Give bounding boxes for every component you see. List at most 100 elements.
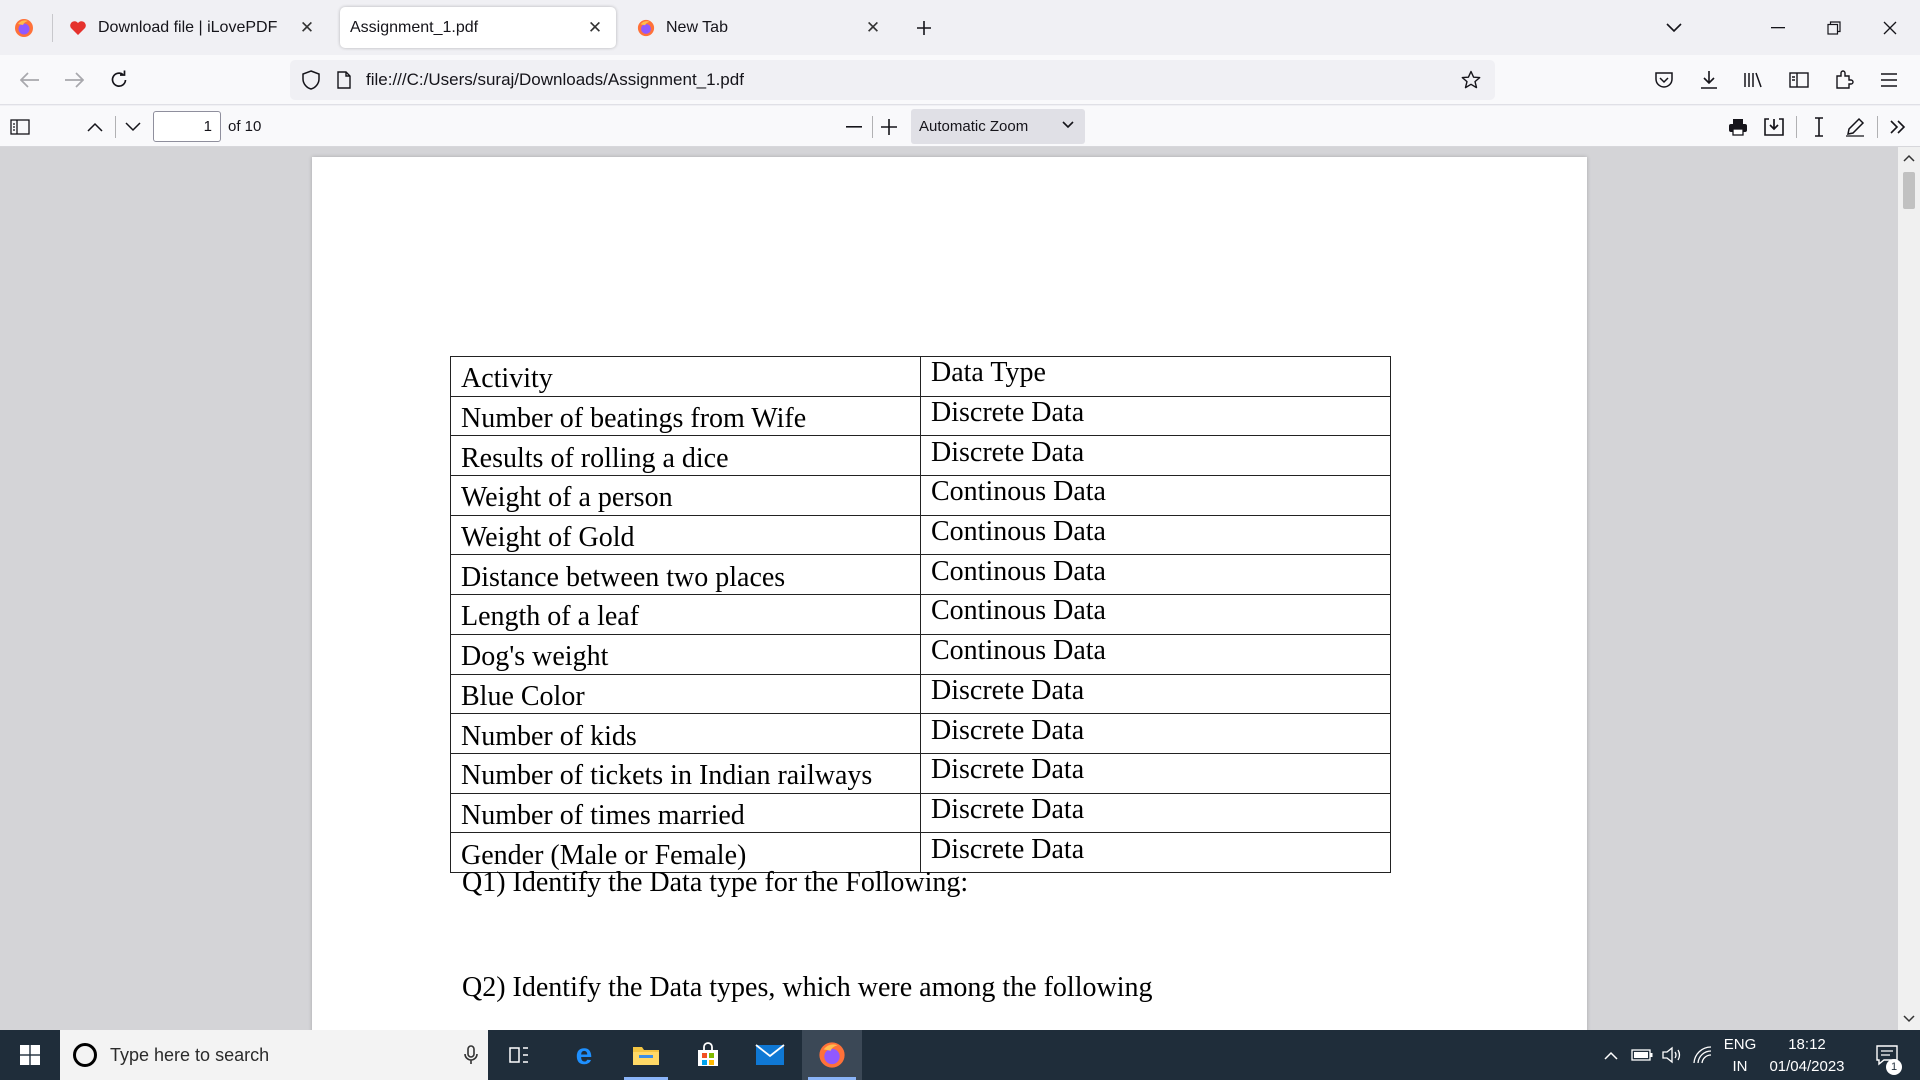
downloads-icon[interactable] — [1691, 62, 1727, 98]
forward-arrow-icon[interactable] — [56, 62, 92, 98]
data-type-cell: Continous Data — [920, 594, 1391, 635]
table-row: Number of beatings from Wife Discrete Dat… — [450, 395, 1391, 437]
windows-start-icon[interactable] — [0, 1030, 60, 1080]
save-download-icon[interactable] — [1758, 111, 1790, 143]
show-hidden-icons-chevron-icon[interactable] — [1598, 1030, 1624, 1080]
windows-taskbar: Type here to search e ENG IN 18:12 01/04… — [0, 1030, 1920, 1080]
table-row: Number of tickets in Indian railways Disc… — [450, 752, 1391, 794]
zoom-in-icon[interactable] — [873, 111, 905, 143]
tab-assignment-pdf[interactable]: Assignment_1.pdf ✕ — [340, 7, 616, 48]
next-page-chevron-icon[interactable] — [117, 111, 149, 143]
page-info-icon[interactable] — [332, 65, 356, 95]
data-type-cell: Discrete Data — [920, 673, 1391, 715]
extensions-puzzle-icon[interactable] — [1826, 62, 1862, 98]
vertical-scrollbar[interactable] — [1898, 147, 1920, 1030]
scrollbar-thumb[interactable] — [1903, 172, 1915, 209]
question-1-text: Q1) Identify the Data type for the Follo… — [462, 867, 969, 898]
chevron-down-icon — [1061, 117, 1075, 135]
print-icon[interactable] — [1722, 111, 1754, 143]
back-arrow-icon[interactable] — [12, 62, 48, 98]
data-type-cell: Continous Data — [920, 514, 1391, 556]
close-tab-icon[interactable]: ✕ — [858, 13, 888, 43]
pdf-page: Activity Data Type Number of beatings from… — [312, 157, 1587, 1030]
language-indicator-bottom[interactable]: IN — [1720, 1058, 1760, 1075]
clock-time[interactable]: 18:12 — [1762, 1036, 1852, 1053]
activity-cell: Number of times married — [450, 792, 921, 834]
tracking-shield-icon[interactable] — [296, 65, 326, 95]
firefox-taskbar-icon[interactable] — [802, 1030, 862, 1080]
data-type-cell: Continous Data — [920, 554, 1391, 596]
page-count-label: of 10 — [228, 118, 262, 135]
microphone-icon[interactable] — [464, 1045, 478, 1070]
mail-icon[interactable] — [742, 1030, 798, 1080]
library-icon[interactable] — [1736, 62, 1772, 98]
tab-new-tab[interactable]: New Tab ✕ — [624, 7, 894, 48]
page-number-input[interactable] — [153, 111, 221, 142]
task-view-icon[interactable] — [494, 1030, 546, 1080]
data-type-cell: Discrete Data — [920, 435, 1391, 477]
activity-cell: Number of tickets in Indian railways — [450, 752, 921, 794]
table-row: Weight of a person Continous Data — [450, 475, 1391, 516]
tab-title: New Tab — [666, 18, 728, 36]
notification-center-icon[interactable]: 1 — [1862, 1030, 1912, 1080]
activity-cell: Dog's weight — [450, 633, 921, 675]
close-window-icon[interactable] — [1872, 10, 1908, 46]
wifi-icon[interactable] — [1688, 1030, 1716, 1080]
url-bar[interactable]: file:///C:/Users/suraj/Downloads/Assignm… — [290, 60, 1495, 100]
clock-date[interactable]: 01/04/2023 — [1762, 1058, 1852, 1075]
table-row: Length of a leaf Continous Data — [450, 594, 1391, 635]
data-type-cell: Discrete Data — [920, 395, 1391, 437]
file-explorer-icon[interactable] — [618, 1030, 674, 1080]
zoom-select[interactable]: Automatic Zoom — [911, 109, 1085, 144]
activity-cell: Number of kids — [450, 713, 921, 754]
list-all-tabs-chevron-icon[interactable] — [1656, 10, 1692, 46]
activity-cell: Number of beatings from Wife — [450, 395, 921, 437]
table-row: Number of times married Discrete Data — [450, 792, 1391, 834]
text-editor-cursor-icon[interactable] — [1803, 111, 1835, 143]
bookmark-star-icon[interactable] — [1455, 64, 1487, 96]
tab-title: Download file | iLovePDF — [98, 18, 278, 36]
pdf-viewer[interactable]: Activity Data Type Number of beatings from… — [0, 147, 1920, 1030]
tab-title: Assignment_1.pdf — [350, 18, 479, 36]
question-2-text: Q2) Identify the Data types, which were … — [462, 972, 1153, 1003]
activity-cell: Weight of a person — [450, 475, 921, 516]
volume-icon[interactable] — [1658, 1030, 1686, 1080]
table-row: Results of rolling a dice Discrete Data — [450, 435, 1391, 477]
close-tab-icon[interactable]: ✕ — [292, 13, 322, 43]
table-row: Weight of Gold Continous Data — [450, 514, 1391, 556]
sidebar-toggle-icon[interactable] — [1781, 62, 1817, 98]
edge-browser-icon[interactable]: e — [556, 1030, 612, 1080]
firefox-menu-icon[interactable] — [10, 14, 38, 42]
reload-icon[interactable] — [101, 62, 137, 98]
new-tab-plus-icon[interactable] — [906, 10, 942, 46]
previous-page-chevron-icon[interactable] — [79, 111, 111, 143]
data-type-cell: Discrete Data — [920, 752, 1391, 794]
scroll-down-arrow-icon[interactable] — [1901, 1011, 1917, 1027]
microsoft-store-icon[interactable] — [680, 1030, 736, 1080]
draw-pen-icon[interactable] — [1839, 111, 1871, 143]
activity-cell: Weight of Gold — [450, 514, 921, 556]
ilovepdf-heart-icon — [68, 18, 88, 38]
app-menu-hamburger-icon[interactable] — [1871, 62, 1907, 98]
notification-count-badge: 1 — [1886, 1059, 1902, 1075]
minimize-window-icon[interactable] — [1760, 10, 1796, 46]
language-indicator-top[interactable]: ENG — [1720, 1036, 1760, 1053]
toolbar-separator — [115, 116, 116, 138]
data-type-cell: Discrete Data — [920, 792, 1391, 834]
restore-window-icon[interactable] — [1816, 10, 1852, 46]
cortana-circle-icon — [72, 1042, 98, 1068]
activity-cell: Length of a leaf — [450, 594, 921, 635]
close-tab-icon[interactable]: ✕ — [580, 13, 610, 43]
tools-double-chevron-icon[interactable] — [1882, 111, 1914, 143]
data-type-cell: Discrete Data — [920, 832, 1391, 873]
url-text[interactable]: file:///C:/Users/suraj/Downloads/Assignm… — [366, 70, 744, 90]
toolbar-separator — [1877, 116, 1878, 138]
tab-ilovepdf[interactable]: Download file | iLovePDF ✕ — [56, 7, 328, 48]
zoom-out-icon[interactable] — [838, 111, 870, 143]
battery-icon[interactable] — [1628, 1030, 1656, 1080]
taskbar-search-box[interactable]: Type here to search — [60, 1030, 488, 1080]
table-row: Blue Color Discrete Data — [450, 673, 1391, 715]
pocket-icon[interactable] — [1646, 62, 1682, 98]
toggle-sidebar-icon[interactable] — [4, 111, 36, 143]
scroll-up-arrow-icon[interactable] — [1901, 150, 1917, 166]
